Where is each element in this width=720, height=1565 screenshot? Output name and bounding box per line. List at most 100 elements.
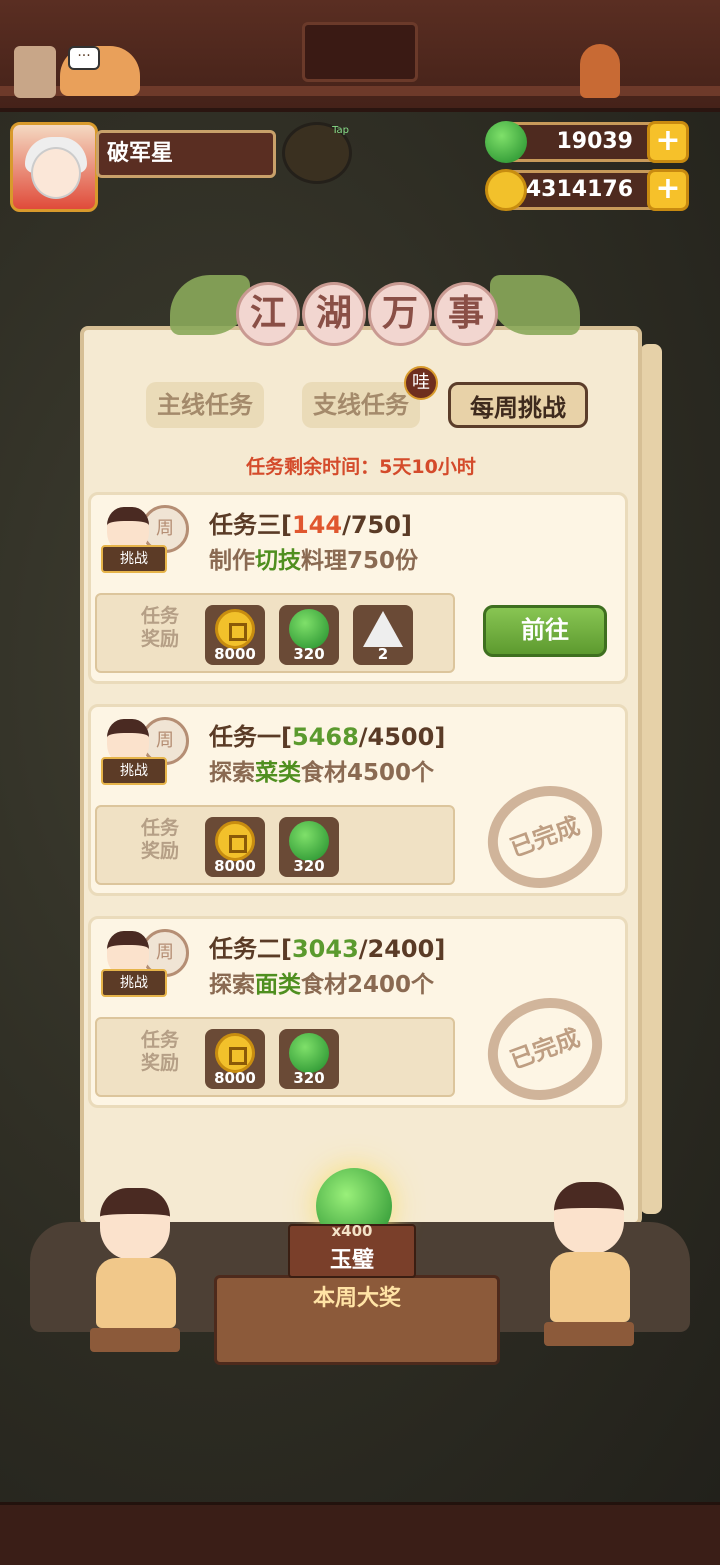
maid-head [554, 1182, 624, 1254]
jade-icon [289, 821, 329, 861]
reward-item: 320 [279, 817, 339, 877]
jade-icon [485, 121, 527, 163]
bracket: [ [281, 723, 292, 751]
desc-pre: 制作 [209, 548, 255, 574]
reward-label: 任务奖励 [140, 605, 179, 650]
reward-count: 320 [293, 645, 325, 663]
quest-progress: 5468 [291, 723, 359, 751]
avatar-face [31, 147, 81, 199]
maid-body [550, 1252, 630, 1322]
desc-highlight: 菜类 [255, 760, 301, 786]
quest-title: 任务一[5468/4500] [209, 717, 445, 752]
player-name: 破军星 [96, 130, 276, 178]
reward-item: 320 [279, 1029, 339, 1089]
reward-scroll: 任务奖励 8000 320 [95, 805, 455, 885]
quest-description: 探索面类食材2400个 [209, 965, 434, 999]
jade-amount: 19039 [556, 129, 633, 154]
desc-post: 食材4500个 [301, 760, 435, 786]
quest-target: 4500 [367, 723, 435, 751]
left-maid [84, 1178, 184, 1352]
grand-prize-name: 玉璧 [329, 1248, 374, 1273]
quest-description: 探索菜类食材4500个 [209, 753, 434, 787]
add-coin-button[interactable]: + [647, 169, 689, 211]
go-button[interactable]: 前往 [483, 605, 607, 657]
maid-body [96, 1258, 176, 1328]
reward-scroll: 任务奖励 8000 320 2 [95, 593, 455, 673]
quest-target: 2400 [367, 935, 435, 963]
jade-icon [289, 1033, 329, 1073]
coin-currency: 4314176 + [485, 169, 689, 211]
bracket: ] [434, 935, 446, 963]
quest-target: 750 [350, 511, 401, 539]
reward-label: 任务奖励 [140, 1029, 179, 1074]
bracket: [ [281, 935, 292, 963]
coin-icon [215, 609, 255, 649]
completed-stamp: 已完成 [473, 982, 617, 1116]
coin-icon [215, 1033, 255, 1073]
challenge-tag: 挑战 [101, 969, 167, 997]
quest-card: 周 挑战 任务三[144/750] 制作切技料理750份 任务奖励 8000 3… [88, 492, 628, 684]
side-quests-badge: 哇 [404, 366, 438, 400]
challenge-tag: 挑战 [101, 545, 167, 573]
quest-name: 任务二 [209, 935, 281, 963]
jade-icon [289, 609, 329, 649]
tab-main-quests[interactable]: 主线任务 [146, 382, 264, 428]
add-jade-button[interactable]: + [647, 121, 689, 163]
quest-name: 任务三 [209, 511, 281, 539]
bottom-bar [0, 1502, 720, 1565]
tap-hint: Tap [332, 125, 349, 136]
coin-icon [215, 821, 255, 861]
jade-currency: 19039 + [485, 121, 689, 163]
quest-description: 制作切技料理750份 [209, 541, 418, 575]
maid-stool [544, 1322, 634, 1346]
reward-label: 任务奖励 [140, 817, 179, 862]
reward-item: 8000 [205, 605, 265, 665]
reward-count: 320 [293, 857, 325, 875]
bracket: ] [434, 723, 446, 751]
desc-pre: 探索 [209, 760, 255, 786]
desc-pre: 探索 [209, 972, 255, 998]
note-decoration [14, 46, 56, 98]
coin-amount: 4314176 [525, 177, 633, 202]
panel-title-char: 江 [236, 282, 300, 346]
challenge-tag: 挑战 [101, 757, 167, 785]
bracket: [ [281, 511, 292, 539]
scroll-rod [640, 344, 662, 1214]
separator: / [342, 511, 351, 539]
quest-title: 任务三[144/750] [209, 505, 412, 540]
maid-head [100, 1188, 170, 1260]
separator: / [358, 723, 368, 751]
desc-post: 料理750份 [301, 548, 419, 574]
tab-weekly-challenge[interactable]: 每周挑战 [448, 382, 588, 428]
reward-item: 8000 [205, 817, 265, 877]
reward-count: 320 [293, 1069, 325, 1087]
reward-count: 8000 [214, 645, 256, 663]
bracket: ] [400, 511, 412, 539]
desc-highlight: 面类 [255, 972, 301, 998]
reward-item: 8000 [205, 1029, 265, 1089]
player-avatar[interactable] [10, 122, 98, 212]
separator: / [358, 935, 368, 963]
remaining-time: 任务剩余时间：5天10小时 [246, 456, 476, 478]
panel-title-char: 事 [434, 282, 498, 346]
reward-count: 8000 [214, 1069, 256, 1087]
panel-title-char: 湖 [302, 282, 366, 346]
completed-stamp: 已完成 [473, 770, 617, 904]
quest-card: 周 挑战 任务二[3043/2400] 探索面类食材2400个 任务奖励 800… [88, 916, 628, 1116]
right-maid [538, 1172, 638, 1346]
chat-icon[interactable]: ··· [68, 46, 100, 70]
grand-prize-label: 本周大奖 [312, 1286, 401, 1311]
desc-post: 食材2400个 [301, 972, 435, 998]
picture-frame [302, 22, 418, 82]
quest-title: 任务二[3043/2400] [209, 929, 445, 964]
reward-count: 2 [377, 645, 389, 663]
tap-button[interactable]: Tap [282, 122, 352, 184]
desc-highlight: 切技 [255, 548, 301, 574]
quest-card: 周 挑战 任务一[5468/4500] 探索菜类食材4500个 任务奖励 800… [88, 704, 628, 904]
top-decor-bar: ··· [0, 0, 720, 112]
coin-icon [485, 169, 527, 211]
quest-progress: 144 [291, 511, 343, 539]
reward-item: 2 [353, 605, 413, 665]
tab-side-quests[interactable]: 支线任务 [302, 382, 420, 428]
maid-stool [90, 1328, 180, 1352]
